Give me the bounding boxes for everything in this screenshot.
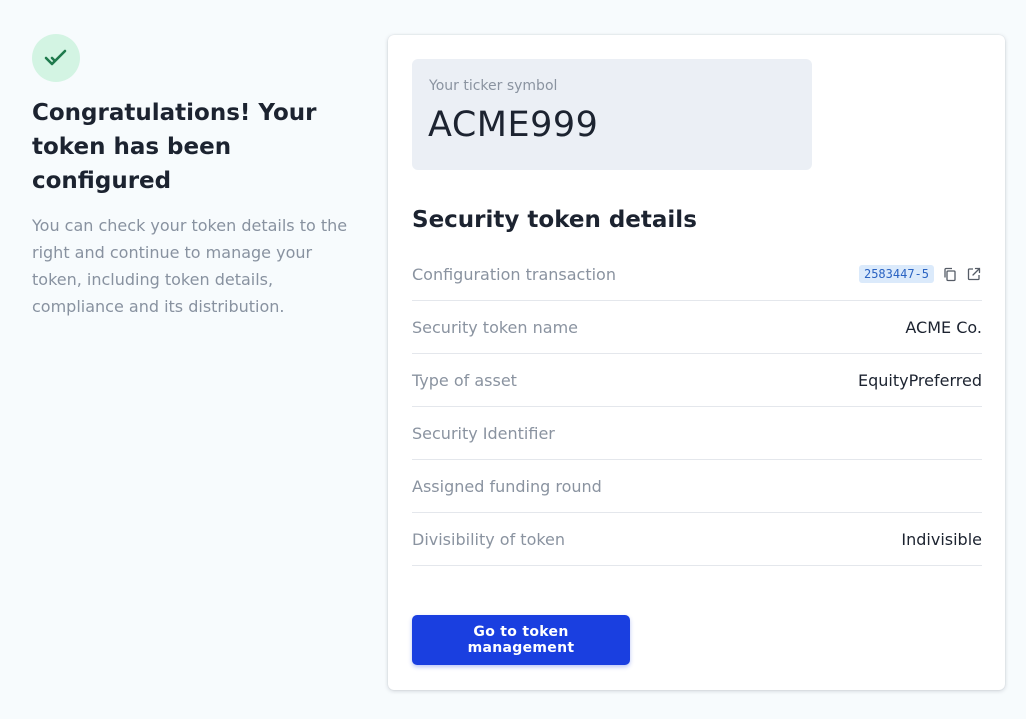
go-to-token-management-button[interactable]: Go to token management xyxy=(412,615,630,665)
page-title: Congratulations! Your token has been con… xyxy=(32,100,317,194)
detail-row-type-of-asset: Type of asset EquityPreferred xyxy=(412,354,982,407)
detail-value: ACME Co. xyxy=(905,317,982,337)
detail-row-security-token-name: Security token name ACME Co. xyxy=(412,301,982,354)
confirmation-panel: Congratulations! Your token has been con… xyxy=(32,34,352,320)
detail-label: Security token name xyxy=(412,317,578,337)
ticker-symbol-value: ACME999 xyxy=(428,105,599,145)
check-icon xyxy=(44,49,67,66)
ticker-symbol-label: Your ticker symbol xyxy=(429,78,558,94)
detail-row-configuration-transaction: Configuration transaction 2583447-5 xyxy=(412,248,982,301)
detail-label: Security Identifier xyxy=(412,423,555,443)
success-badge xyxy=(32,34,80,82)
detail-row-divisibility-of-token: Divisibility of token Indivisible xyxy=(412,513,982,566)
page-description: You can check your token details to the … xyxy=(32,216,348,316)
token-details-card: Your ticker symbol ACME999 Security toke… xyxy=(388,35,1005,690)
detail-row-security-identifier: Security Identifier xyxy=(412,407,982,460)
detail-label: Assigned funding round xyxy=(412,476,602,496)
transaction-id-badge: 2583447-5 xyxy=(858,265,934,283)
details-list: Configuration transaction 2583447-5 Secu… xyxy=(412,248,982,566)
detail-label: Type of asset xyxy=(412,370,517,390)
detail-value: EquityPreferred xyxy=(857,370,982,390)
details-title: Security token details xyxy=(412,207,697,233)
copy-icon[interactable] xyxy=(942,266,958,282)
transaction-actions: 2583447-5 xyxy=(858,265,982,283)
detail-value: Indivisible xyxy=(901,529,982,549)
detail-label: Divisibility of token xyxy=(412,529,566,549)
ticker-symbol-box: Your ticker symbol ACME999 xyxy=(412,59,812,170)
external-link-icon[interactable] xyxy=(966,266,982,282)
detail-row-assigned-funding-round: Assigned funding round xyxy=(412,460,982,513)
detail-label: Configuration transaction xyxy=(412,264,616,284)
